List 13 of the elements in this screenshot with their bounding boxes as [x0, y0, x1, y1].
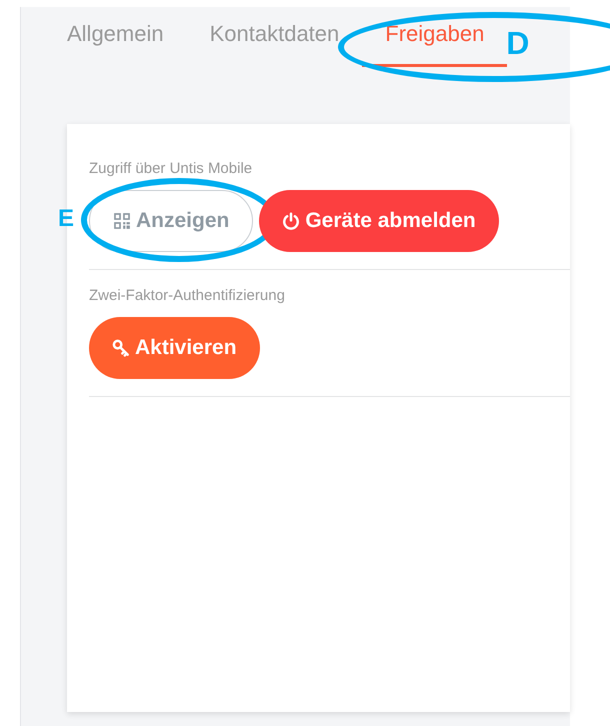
logout-devices-button[interactable]: Geräte abmelden	[259, 190, 499, 252]
key-icon	[112, 339, 130, 357]
annotation-letter: E	[58, 207, 74, 231]
tab[interactable]: Allgemein	[44, 21, 187, 67]
show-button[interactable]: Anzeigen	[89, 190, 254, 252]
tab[interactable]: Freigaben	[362, 21, 508, 67]
activate-button[interactable]: Aktivieren	[89, 317, 260, 379]
qr-code-icon	[113, 212, 131, 230]
section-label: Zugriff über Untis Mobile	[89, 160, 254, 177]
power-icon	[282, 212, 300, 230]
tab[interactable]: Kontaktdaten	[186, 21, 362, 67]
annotation-letter: D	[506, 27, 530, 59]
section-label: Zwei-Faktor-Authentifizierung	[89, 287, 286, 304]
